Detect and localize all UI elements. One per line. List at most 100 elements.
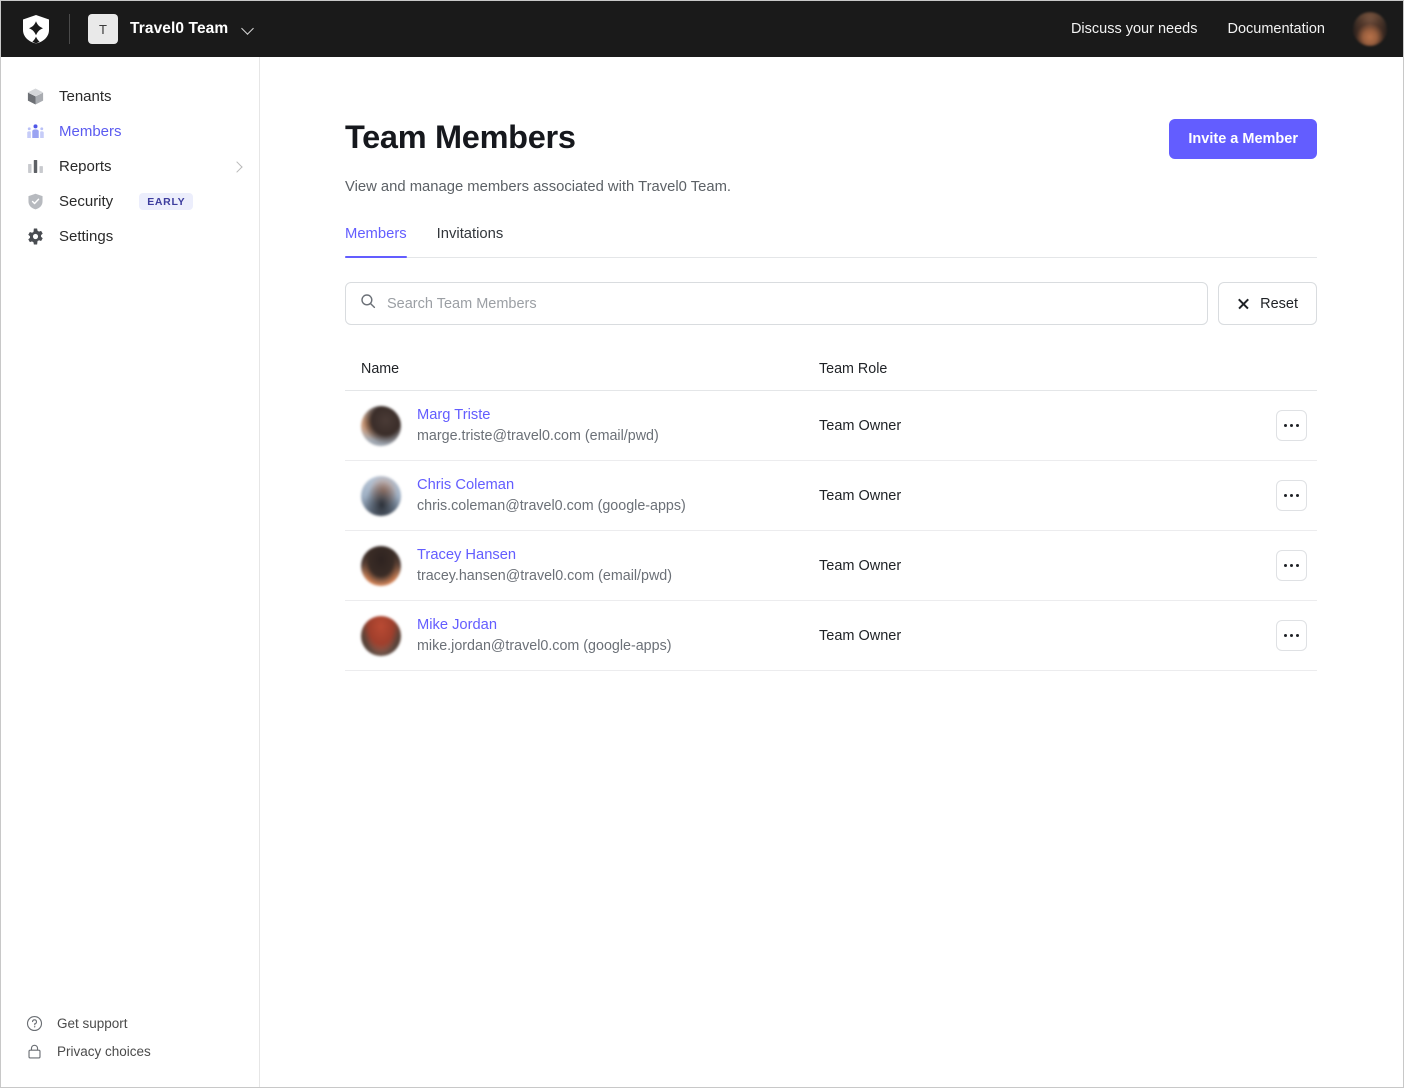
table-row: Mike Jordan mike.jordan@travel0.com (goo…	[345, 601, 1317, 671]
cell-name: Tracey Hansen tracey.hansen@travel0.com …	[361, 545, 819, 586]
column-header-team-role: Team Role	[819, 361, 888, 377]
kebab-dot	[1289, 563, 1294, 568]
cell-team-role: Team Owner	[819, 487, 902, 504]
discuss-your-needs-link[interactable]: Discuss your needs	[1071, 21, 1198, 37]
invite-a-member-button[interactable]: Invite a Member	[1169, 119, 1317, 159]
privacy-choices-link[interactable]: Privacy choices	[1, 1037, 259, 1065]
kebab-menu-icon[interactable]	[1276, 410, 1307, 441]
member-email: chris.coleman@travel0.com (google-apps)	[417, 498, 686, 514]
kebab-dot	[1283, 563, 1287, 568]
member-name-link[interactable]: Mike Jordan	[417, 617, 672, 633]
avatar	[361, 545, 401, 586]
members-table: Name Team Role Marg Triste marge.triste@…	[345, 361, 1317, 671]
sidebar-item-label: Tenants	[59, 88, 112, 105]
kebab-menu-icon[interactable]	[1276, 550, 1307, 581]
get-support-link[interactable]: Get support	[1, 1009, 259, 1037]
close-x-icon	[1237, 297, 1250, 310]
chevron-right-icon	[233, 162, 243, 172]
cell-actions	[1257, 410, 1317, 441]
tab-invitations[interactable]: Invitations	[437, 226, 504, 257]
sidebar-item-settings[interactable]: Settings	[1, 219, 259, 254]
cell-name: Mike Jordan mike.jordan@travel0.com (goo…	[361, 615, 819, 656]
kebab-menu-icon[interactable]	[1276, 480, 1307, 511]
search-box[interactable]	[345, 282, 1209, 325]
sidebar-footer: Get support Privacy choices	[1, 1009, 259, 1087]
cell-team-role: Team Owner	[819, 557, 902, 574]
cell-name: Chris Coleman chris.coleman@travel0.com …	[361, 475, 819, 516]
table-row: Tracey Hansen tracey.hansen@travel0.com …	[345, 531, 1317, 601]
search-icon	[360, 293, 376, 314]
team-initial-avatar: T	[88, 14, 118, 44]
kebab-dot	[1289, 423, 1294, 428]
kebab-dot	[1283, 423, 1287, 428]
kebab-dot	[1283, 633, 1287, 638]
name-block: Mike Jordan mike.jordan@travel0.com (goo…	[417, 617, 672, 654]
bar-chart-icon	[25, 157, 45, 177]
kebab-dot	[1296, 563, 1300, 568]
topbar-divider	[69, 14, 70, 44]
search-input[interactable]	[387, 295, 1194, 312]
page-title: Team Members	[345, 119, 576, 155]
name-block: Tracey Hansen tracey.hansen@travel0.com …	[417, 547, 672, 584]
people-icon	[25, 122, 45, 142]
name-block: Chris Coleman chris.coleman@travel0.com …	[417, 477, 686, 514]
sidebar: Tenants Members Reports Security EARLY S…	[1, 57, 260, 1087]
sidebar-item-label: Reports	[59, 158, 112, 175]
name-block: Marg Triste marge.triste@travel0.com (em…	[417, 407, 659, 444]
body-wrapper: Tenants Members Reports Security EARLY S…	[1, 57, 1403, 1087]
team-name-label: Travel0 Team	[130, 20, 229, 37]
kebab-dot	[1289, 633, 1294, 638]
reset-button-label: Reset	[1260, 295, 1298, 312]
avatar	[361, 405, 401, 446]
table-row: Chris Coleman chris.coleman@travel0.com …	[345, 461, 1317, 531]
avatar	[361, 475, 401, 516]
chevron-down-icon	[242, 23, 254, 35]
sidebar-item-security[interactable]: Security EARLY	[1, 184, 259, 219]
footer-item-label: Privacy choices	[57, 1043, 151, 1059]
cell-name: Marg Triste marge.triste@travel0.com (em…	[361, 405, 819, 446]
search-row: Reset	[345, 282, 1317, 325]
cell-actions	[1257, 620, 1317, 651]
sidebar-item-label: Members	[59, 123, 122, 140]
kebab-dot	[1289, 493, 1294, 498]
sidebar-item-label: Security	[59, 193, 114, 210]
cell-team-role: Team Owner	[819, 627, 902, 644]
shield-logo-icon[interactable]	[21, 13, 51, 45]
kebab-dot	[1296, 423, 1300, 428]
sidebar-item-tenants[interactable]: Tenants	[1, 79, 259, 114]
column-header-name: Name	[361, 361, 400, 377]
member-email: tracey.hansen@travel0.com (email/pwd)	[417, 568, 673, 584]
member-email: mike.jordan@travel0.com (google-apps)	[417, 638, 672, 654]
kebab-dot	[1296, 633, 1300, 638]
team-switcher[interactable]: T Travel0 Team	[88, 14, 254, 44]
gear-icon	[25, 227, 45, 247]
topbar-links: Discuss your needs Documentation	[1071, 21, 1325, 37]
status-badge-early: EARLY	[139, 192, 194, 211]
sidebar-nav: Tenants Members Reports Security EARLY S…	[1, 79, 259, 254]
member-name-link[interactable]: Marg Triste	[417, 407, 659, 423]
kebab-dot	[1296, 493, 1300, 498]
kebab-menu-icon[interactable]	[1276, 620, 1307, 651]
sidebar-item-members[interactable]: Members	[1, 114, 259, 149]
documentation-link[interactable]: Documentation	[1227, 21, 1325, 37]
tab-members[interactable]: Members	[345, 226, 407, 258]
member-email: marge.triste@travel0.com (email/pwd)	[417, 428, 659, 444]
cell-actions	[1257, 550, 1317, 581]
tab-bar: Members Invitations	[345, 226, 1317, 258]
member-name-link[interactable]: Tracey Hansen	[417, 547, 672, 563]
table-header-row: Name Team Role	[345, 361, 1317, 391]
sidebar-item-reports[interactable]: Reports	[1, 149, 259, 184]
cube-icon	[25, 87, 45, 107]
main-content: Team Members Invite a Member View and ma…	[260, 57, 1403, 1087]
reset-button[interactable]: Reset	[1218, 282, 1317, 325]
page-header: Team Members Invite a Member	[345, 119, 1317, 159]
table-row: Marg Triste marge.triste@travel0.com (em…	[345, 391, 1317, 461]
top-navigation-bar: T Travel0 Team Discuss your needs Docume…	[1, 1, 1403, 57]
cell-actions	[1257, 480, 1317, 511]
sidebar-item-label: Settings	[59, 228, 114, 245]
page-subtitle: View and manage members associated with …	[345, 179, 732, 195]
footer-item-label: Get support	[57, 1015, 128, 1031]
member-name-link[interactable]: Chris Coleman	[417, 477, 686, 493]
user-avatar[interactable]	[1353, 12, 1387, 46]
